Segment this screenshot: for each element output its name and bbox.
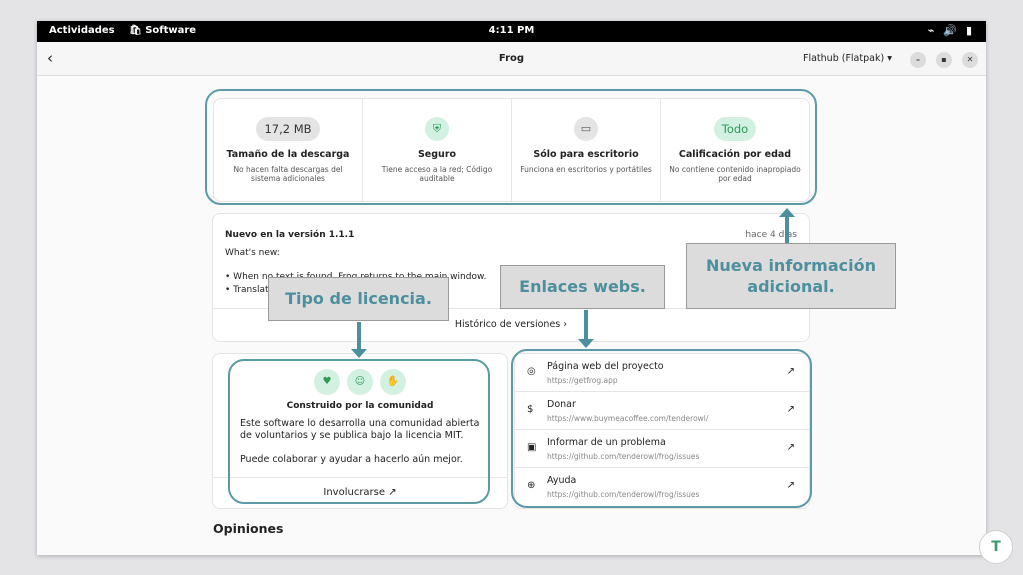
help-icon: ⊕ (527, 480, 536, 491)
external-link-icon: ↗ (786, 404, 795, 415)
heart-icon: ♥ (314, 369, 340, 395)
license-invite: Puede colaborar y ayudar a hacerlo aún m… (240, 454, 463, 465)
tile-subtitle: Funciona en escritorios y portátiles (520, 165, 652, 174)
tile-title: Seguro (417, 149, 457, 160)
link-row-donate[interactable]: $ Donar https://www.buymeacoffee.com/ten… (515, 392, 809, 430)
reviews-heading: Opiniones (213, 521, 284, 536)
tile-subtitle: Tiene acceso a la red; Código auditable (381, 165, 493, 183)
minimize-button[interactable]: – (910, 52, 926, 68)
system-top-bar: Actividades 🛍 Software 4:11 PM ⌁ 🔊 ▮ (37, 21, 986, 42)
globe-icon: ◎ (527, 366, 536, 377)
source-label: Flathub (Flatpak) (803, 53, 885, 64)
chevron-right-icon: › (563, 319, 568, 330)
bug-report-icon: ▣ (527, 442, 537, 453)
arrow-line (785, 216, 789, 243)
callout-new-info: Nueva información adicional. (686, 243, 896, 309)
download-size-tile[interactable]: 17,2 MB Tamaño de la descarga No hacen f… (214, 99, 363, 201)
external-link-icon: ↗ (388, 487, 397, 498)
links-card: ◎ Página web del proyecto https://getfro… (514, 353, 810, 509)
source-dropdown[interactable]: Flathub (Flatpak) ▾ (803, 53, 892, 64)
whats-new-label: What's new: (225, 248, 280, 258)
age-rating-badge: Todo (713, 117, 757, 141)
tile-title: Tamaño de la descarga (226, 149, 350, 160)
app-menu[interactable]: 🛍 Software (129, 25, 196, 36)
monitor-icon: ▭ (574, 117, 598, 141)
age-rating-tile[interactable]: Todo Calificación por edad No contiene c… (661, 99, 809, 201)
volume-icon: 🔊 (943, 24, 957, 37)
version-date: hace 4 días (745, 230, 797, 240)
external-link-icon: ↗ (786, 480, 795, 491)
link-row-help[interactable]: ⊕ Ayuda https://github.com/tenderowl/fro… (515, 468, 809, 506)
safety-tile[interactable]: ⛨ Seguro Tiene acceso a la red; Código a… (363, 99, 512, 201)
tile-title: Calificación por edad (678, 149, 792, 160)
arrow-down-icon (578, 339, 594, 348)
link-url: https://www.buymeacoffee.com/tenderowl/ (547, 414, 709, 423)
activities-button[interactable]: Actividades (49, 25, 115, 36)
external-link-icon: ↗ (786, 442, 795, 453)
callout-license-type: Tipo de licencia. (268, 277, 449, 321)
hardware-tile[interactable]: ▭ Sólo para escritorio Funciona en escri… (512, 99, 661, 201)
link-label: Página web del proyecto (547, 361, 664, 372)
license-description: Este software lo desarrolla una comunida… (240, 418, 480, 441)
battery-icon: ▮ (965, 24, 972, 37)
back-arrow-icon[interactable]: ‹ (47, 49, 53, 67)
external-link-icon: ↗ (786, 366, 795, 377)
header-bar: ‹ Frog Flathub (Flatpak) ▾ – ▪ ✕ (37, 42, 986, 76)
license-title: Construido por la comunidad (286, 401, 434, 411)
info-tiles-card: 17,2 MB Tamaño de la descarga No hacen f… (213, 98, 810, 202)
software-icon: 🛍 (129, 25, 142, 36)
version-title: Nuevo en la versión 1.1.1 (225, 230, 355, 240)
link-row-website[interactable]: ◎ Página web del proyecto https://getfro… (515, 354, 809, 392)
get-involved-button[interactable]: Involucrarse ↗ (213, 487, 507, 498)
license-card: ♥ ☺ ✋ Construido por la comunidad Este s… (212, 353, 508, 509)
community-icon: ☺ (347, 369, 373, 395)
callout-web-links: Enlaces webs. (500, 265, 665, 309)
arrow-down-icon (351, 349, 367, 358)
download-size-badge: 17,2 MB (256, 117, 320, 141)
hand-icon: ✋ (380, 369, 406, 395)
tile-subtitle: No hacen falta descargas del sistema adi… (233, 165, 343, 183)
link-label: Ayuda (547, 475, 577, 486)
divider (213, 477, 507, 478)
dollar-icon: $ (527, 404, 534, 415)
shield-icon: ⛨ (425, 117, 449, 141)
arrow-line (584, 310, 588, 340)
maximize-button[interactable]: ▪ (936, 52, 952, 68)
system-tray[interactable]: ⌁ 🔊 ▮ (928, 24, 972, 37)
brand-logo-icon: T (979, 530, 1013, 564)
close-button[interactable]: ✕ (962, 52, 978, 68)
link-label: Informar de un problema (547, 437, 666, 448)
link-row-report-issue[interactable]: ▣ Informar de un problema https://github… (515, 430, 809, 468)
chevron-down-icon: ▾ (887, 53, 892, 64)
link-label: Donar (547, 399, 576, 410)
arrow-line (357, 322, 361, 350)
link-url: https://github.com/tenderowl/frog/issues (547, 452, 700, 461)
license-icons: ♥ ☺ ✋ (213, 369, 507, 395)
get-involved-label: Involucrarse (323, 487, 386, 498)
tile-subtitle: No contiene contenido inapropiado por ed… (669, 165, 801, 183)
link-url: https://github.com/tenderowl/frog/issues (547, 490, 700, 499)
link-url: https://getfrog.app (547, 376, 618, 385)
wifi-icon: ⌁ (927, 24, 935, 37)
tile-title: Sólo para escritorio (533, 149, 639, 160)
app-name: Software (145, 25, 197, 36)
version-history-label: Histórico de versiones (454, 319, 561, 330)
